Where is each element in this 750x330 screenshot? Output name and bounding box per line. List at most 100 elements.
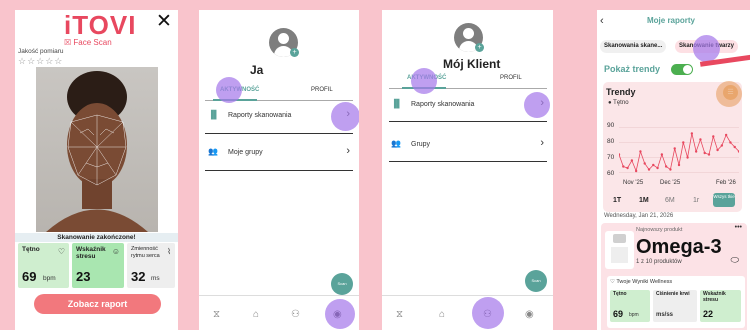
profile-name: Mój Klient: [443, 57, 501, 71]
chart-legend: ● Tętno: [608, 100, 629, 106]
data-point: [630, 159, 634, 162]
nav-profile-icon[interactable]: ◉: [525, 309, 534, 320]
chevron-right-icon: ›: [540, 137, 544, 149]
y-tick: 60: [607, 170, 615, 177]
range-all-button[interactable]: Wszys tkie: [713, 193, 735, 207]
y-tick: 80: [607, 138, 615, 145]
more-options-icon[interactable]: •••: [735, 224, 742, 231]
data-point: [647, 168, 651, 171]
profile-name: Ja: [250, 63, 264, 77]
pill-icon: ⬭: [730, 255, 739, 266]
report-date: Wednesday, Jan 21, 2026: [604, 213, 674, 219]
list-item-groups[interactable]: 👥 Grupy ›: [391, 132, 548, 158]
range-1r[interactable]: 1r: [693, 197, 699, 204]
data-point: [664, 165, 668, 168]
product-card[interactable]: Najnowszy produkt Omega-3 1 z 10 produkt…: [601, 223, 747, 330]
page-title: Moje raporty: [647, 16, 696, 25]
nav-groups-icon[interactable]: ⚇: [291, 309, 300, 320]
data-point: [619, 153, 621, 156]
product-name: Omega-3: [636, 236, 722, 258]
data-point: [643, 162, 646, 165]
reports-screen: ‹ Moje raporty Skanowania skane... Skano…: [597, 10, 750, 330]
data-point: [622, 165, 625, 168]
data-point: [712, 135, 715, 138]
data-point: [690, 132, 694, 135]
scan-button[interactable]: Scan: [331, 273, 353, 295]
metric-heart-rate: Tętno ♡ 69 bpm: [18, 243, 69, 288]
data-point: [626, 166, 629, 170]
nav-home-icon[interactable]: ⌂: [253, 309, 259, 320]
brand-logo: iTOVI: [64, 10, 137, 40]
bar-chart-icon: ▐▌: [391, 99, 403, 108]
tab-profile[interactable]: PROFIL: [311, 87, 333, 93]
nav-scan-icon[interactable]: ⧖: [396, 309, 403, 320]
my-profile-screen: + Ja AKTYWNOŚĆ PROFIL ▐▌ Raporty skanowa…: [199, 10, 359, 330]
x-tick: Dec '25: [660, 180, 681, 186]
tab-body-scans[interactable]: Skanowania skane...: [600, 40, 667, 53]
range-1t[interactable]: 1T: [613, 197, 621, 204]
data-point: [673, 147, 676, 150]
y-tick: 90: [607, 122, 615, 129]
range-1m[interactable]: 1M: [639, 197, 649, 204]
metric-label: Zmienność rytmu serca: [131, 246, 160, 259]
group-icon: 👥: [208, 147, 218, 156]
data-point: [694, 150, 698, 153]
trends-toggle[interactable]: [671, 64, 693, 75]
data-point: [724, 133, 728, 137]
data-point: [707, 153, 711, 156]
metric-value: 23: [76, 269, 91, 284]
wellness-card: ♡ Twoje Wyniki Wellness Tętno 69 bpm Ciś…: [607, 276, 745, 328]
range-6m[interactable]: 6M: [665, 197, 675, 204]
y-tick: 70: [607, 154, 615, 161]
list-item-my-groups[interactable]: 👥 Moje grupy ›: [208, 140, 354, 166]
metric-stress: Wskaźnik stresu ☺ 23: [72, 243, 124, 288]
show-trends-label: Pokaż trendy: [604, 64, 661, 74]
nav-home-icon[interactable]: ⌂: [439, 309, 445, 320]
metric-hrv: Zmienność rytmu serca ⌇ 32 ms: [127, 243, 175, 288]
bar-chart-icon: ▐▌: [208, 110, 220, 119]
data-point: [699, 138, 702, 141]
data-point: [720, 144, 724, 147]
nav-scan-icon[interactable]: ⧖: [213, 309, 220, 320]
data-point: [677, 163, 681, 167]
brand-subtitle: ☒ Face Scan: [64, 38, 112, 47]
data-point: [660, 153, 664, 156]
back-icon[interactable]: ‹: [600, 15, 604, 27]
chevron-right-icon: ›: [346, 145, 350, 157]
trends-card: Trendy ● Tętno ☰ 90 80 70 60 Nov '25 Dec…: [603, 81, 742, 212]
data-point: [703, 151, 706, 155]
client-profile-screen: + Mój Klient AKTYWNOŚĆ PROFIL ▐▌ Raporty…: [382, 10, 553, 330]
x-tick: Nov '25: [623, 180, 644, 186]
data-point: [686, 156, 689, 159]
metric-unit: ms: [151, 275, 160, 282]
scan-button[interactable]: Scan: [525, 270, 547, 292]
close-icon[interactable]: ✕: [156, 10, 172, 33]
metric-value: 69: [22, 269, 37, 284]
wellness-title: ♡ Twoje Wyniki Wellness: [610, 279, 673, 285]
group-icon: 👥: [391, 139, 401, 148]
quality-stars: ☆☆☆☆☆: [18, 56, 64, 66]
product-count: 1 z 10 produktów: [636, 259, 682, 265]
wellness-blood-pressure: Ciśnienie krwi ms/ss: [653, 290, 697, 322]
product-newest-label: Najnowszy produkt: [636, 227, 683, 233]
add-photo-icon[interactable]: +: [290, 48, 299, 57]
tab-profile[interactable]: PROFIL: [500, 75, 522, 81]
data-point: [656, 166, 659, 170]
face-scan-image: [36, 67, 158, 232]
data-point: [639, 150, 642, 153]
wellness-heart-rate: Tętno 69 bpm: [610, 290, 650, 322]
data-point: [729, 141, 732, 144]
view-report-button[interactable]: Zobacz raport: [34, 294, 161, 314]
add-photo-icon[interactable]: +: [475, 43, 484, 52]
data-point: [669, 168, 672, 171]
data-point: [733, 145, 736, 149]
chart-title: Trendy: [606, 87, 636, 97]
metric-value: 32: [131, 269, 146, 284]
x-tick: Feb '26: [716, 180, 736, 186]
metric-unit: bpm: [43, 275, 56, 282]
scan-status-banner: Skanowanie zakończone!: [15, 233, 178, 242]
data-point: [682, 141, 685, 144]
data-point: [652, 163, 655, 167]
quality-label: Jakość pomiaru: [18, 48, 64, 55]
data-point: [716, 148, 719, 152]
